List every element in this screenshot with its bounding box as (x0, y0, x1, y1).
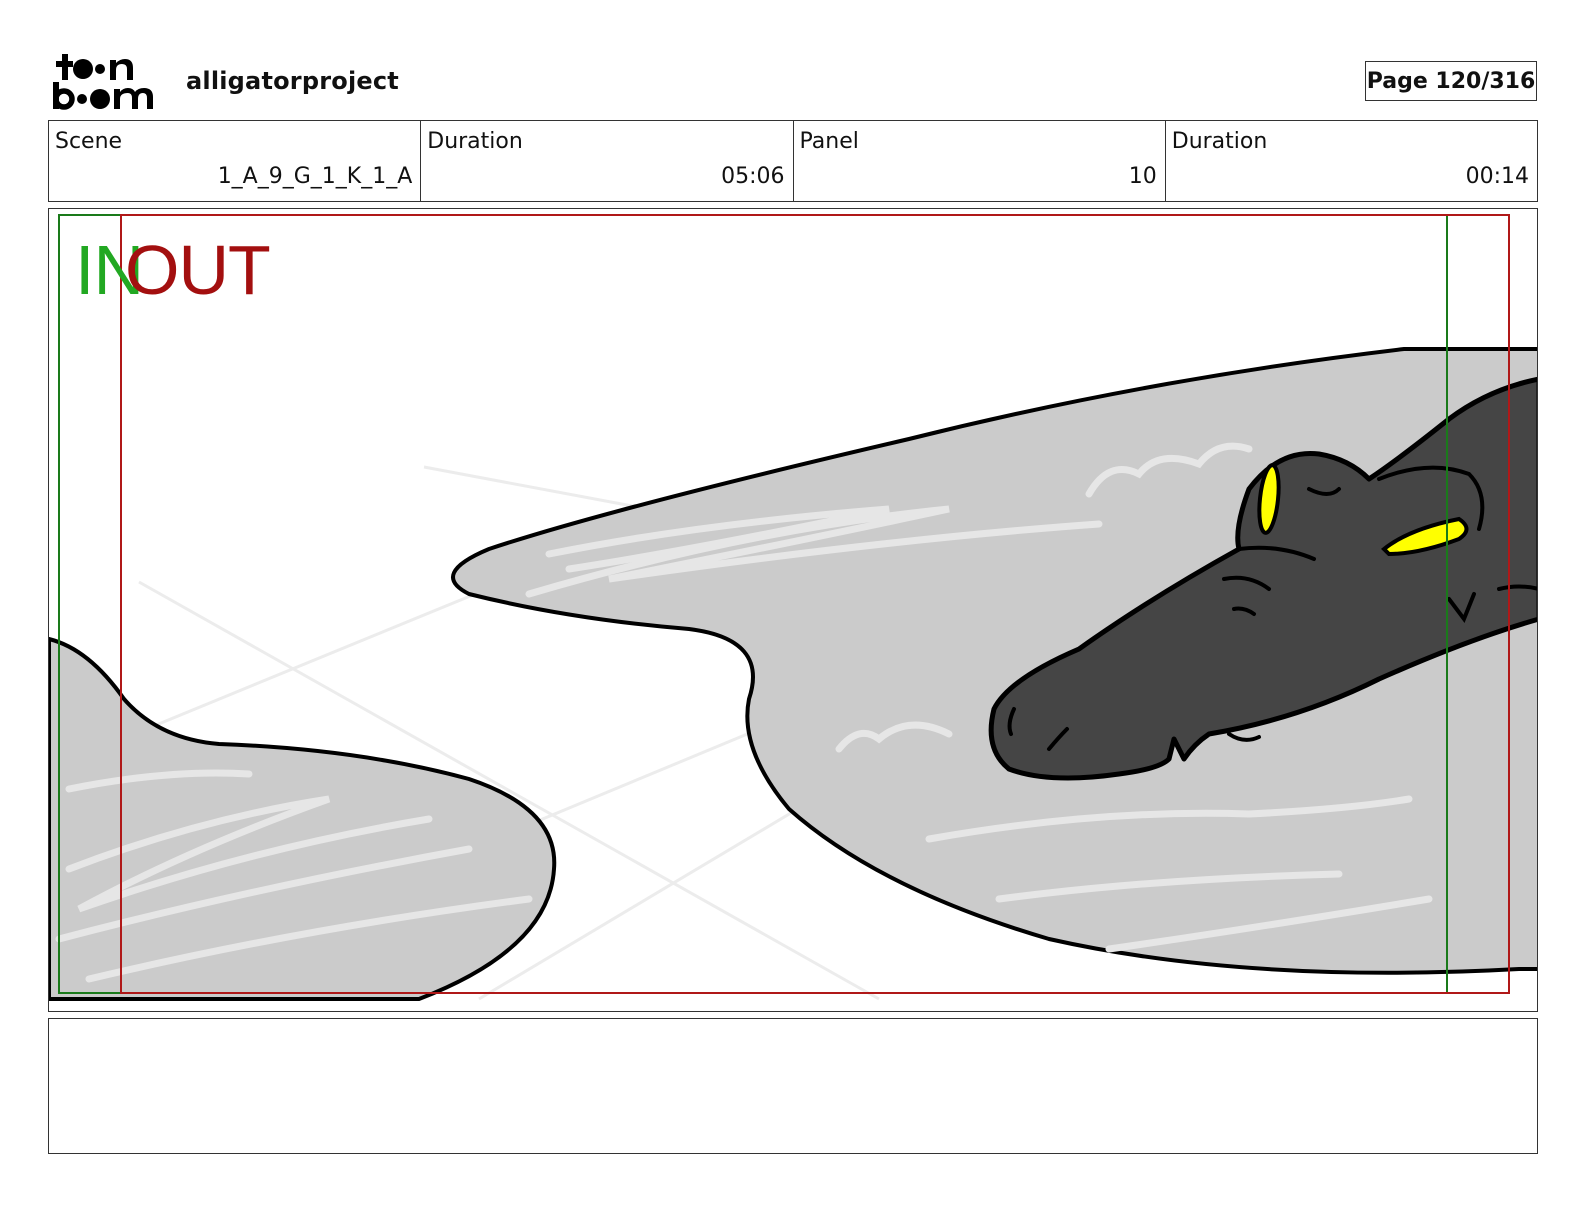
panel-duration-label: Duration (1171, 129, 1268, 154)
toon-boom-logo (52, 52, 164, 112)
alligator-drawing (49, 214, 1537, 1001)
page-number: Page 120/316 (1365, 61, 1537, 101)
scene-value: 1_A_9_G_1_K_1_A (217, 164, 413, 189)
in-out-label: INOUT (75, 235, 271, 305)
panel-value: 10 (1128, 164, 1157, 189)
panel-cell: Panel 10 (794, 121, 1166, 201)
scene-duration-cell: Duration 05:06 (421, 121, 794, 201)
panel-duration-value: 00:14 (1465, 164, 1529, 189)
panel-info-table: Scene 1_A_9_G_1_K_1_A Duration 05:06 Pan… (48, 120, 1538, 202)
panel-notes-box[interactable] (48, 1018, 1538, 1154)
project-name: alligatorproject (186, 67, 399, 95)
storyboard-panel: INOUT (48, 208, 1538, 1012)
scene-duration-label: Duration (427, 129, 523, 154)
out-label: OUT (125, 231, 271, 309)
panel-duration-cell: Duration 00:14 (1166, 121, 1537, 201)
scene-duration-value: 05:06 (721, 164, 785, 189)
panel-label: Panel (799, 129, 859, 154)
scene-label: Scene (55, 129, 123, 154)
scene-cell: Scene 1_A_9_G_1_K_1_A (49, 121, 422, 201)
